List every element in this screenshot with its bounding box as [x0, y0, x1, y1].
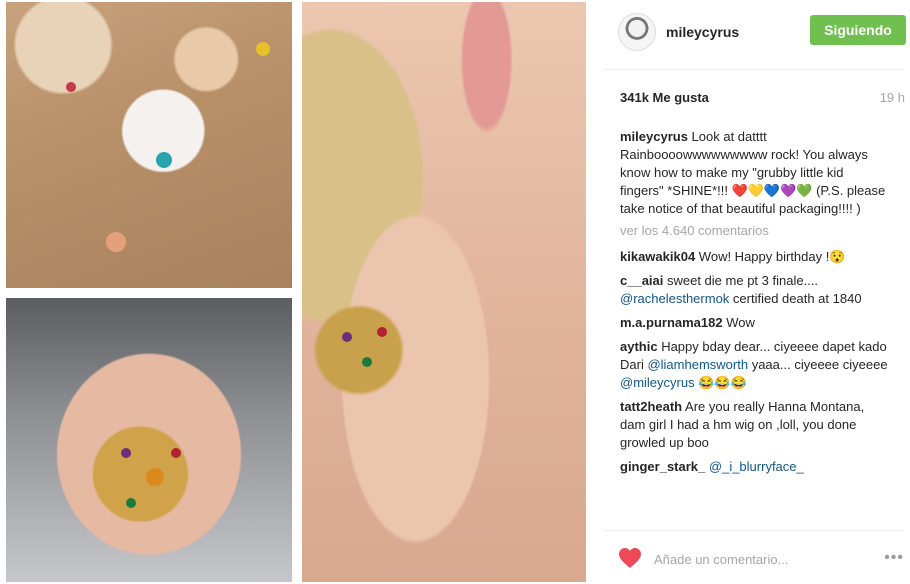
list-item: m.a.purnama182 Wow [620, 314, 888, 332]
likes-count[interactable]: 341k Me gusta [620, 90, 709, 105]
comment-mention[interactable]: @liamhemsworth [647, 357, 748, 372]
list-item: kikawakik04 Wow! Happy birthday !😯 [620, 248, 888, 266]
caption: mileycyrus Look at datttt Rainboooowwwww… [620, 128, 888, 218]
comment-input[interactable] [654, 551, 854, 567]
comment-text: certified death at 1840 [729, 291, 862, 306]
avatar[interactable] [618, 13, 656, 51]
comment-mention[interactable]: @_i_blurryface_ [709, 459, 804, 474]
add-comment-row: ••• [618, 545, 908, 573]
list-item: tatt2heath Are you really Hanna Montana,… [620, 398, 888, 452]
photo-selfie-ring[interactable] [302, 2, 586, 582]
list-item: ginger_stark_ @_i_blurryface_ [620, 458, 888, 476]
more-options-icon[interactable]: ••• [884, 549, 904, 567]
comment-mention[interactable]: @rachelesthermok [620, 291, 729, 306]
comment-username[interactable]: tatt2heath [620, 399, 682, 414]
photo-unicorn-box[interactable] [6, 2, 292, 288]
divider [604, 530, 904, 531]
view-all-comments-link[interactable]: ver los 4.640 comentarios [620, 222, 888, 240]
comments-section: mileycyrus Look at datttt Rainboooowwwww… [620, 128, 888, 482]
divider [604, 69, 904, 70]
comment-text: Wow! Happy birthday !😯 [695, 249, 846, 264]
likes-row: 341k Me gusta 19 h [620, 90, 905, 105]
comment-username[interactable]: aythic [620, 339, 658, 354]
list-item: aythic Happy bday dear... ciyeeee dapet … [620, 338, 888, 392]
comment-text: yaaa... ciyeeee ciyeeee [748, 357, 888, 372]
heart-icon[interactable] [618, 547, 642, 572]
caption-username[interactable]: mileycyrus [620, 129, 688, 144]
comment-username[interactable]: c__aiai [620, 273, 663, 288]
list-item: c__aiai sweet die me pt 3 finale.... @ra… [620, 272, 888, 308]
comment-text: 😂😂😂 [694, 375, 747, 390]
photo-ring-on-hand[interactable] [6, 298, 292, 582]
comment-username[interactable]: ginger_stark_ [620, 459, 705, 474]
comment-text: Wow [722, 315, 755, 330]
post-username[interactable]: mileycyrus [666, 24, 739, 40]
post-header: mileycyrus Siguiendo [618, 12, 910, 52]
comment-username[interactable]: m.a.purnama182 [620, 315, 723, 330]
comment-text: sweet die me pt 3 finale.... [663, 273, 819, 288]
post-time[interactable]: 19 h [880, 90, 905, 105]
comment-mention[interactable]: @mileycyrus [620, 375, 695, 390]
following-button[interactable]: Siguiendo [810, 15, 906, 45]
comment-username[interactable]: kikawakik04 [620, 249, 695, 264]
